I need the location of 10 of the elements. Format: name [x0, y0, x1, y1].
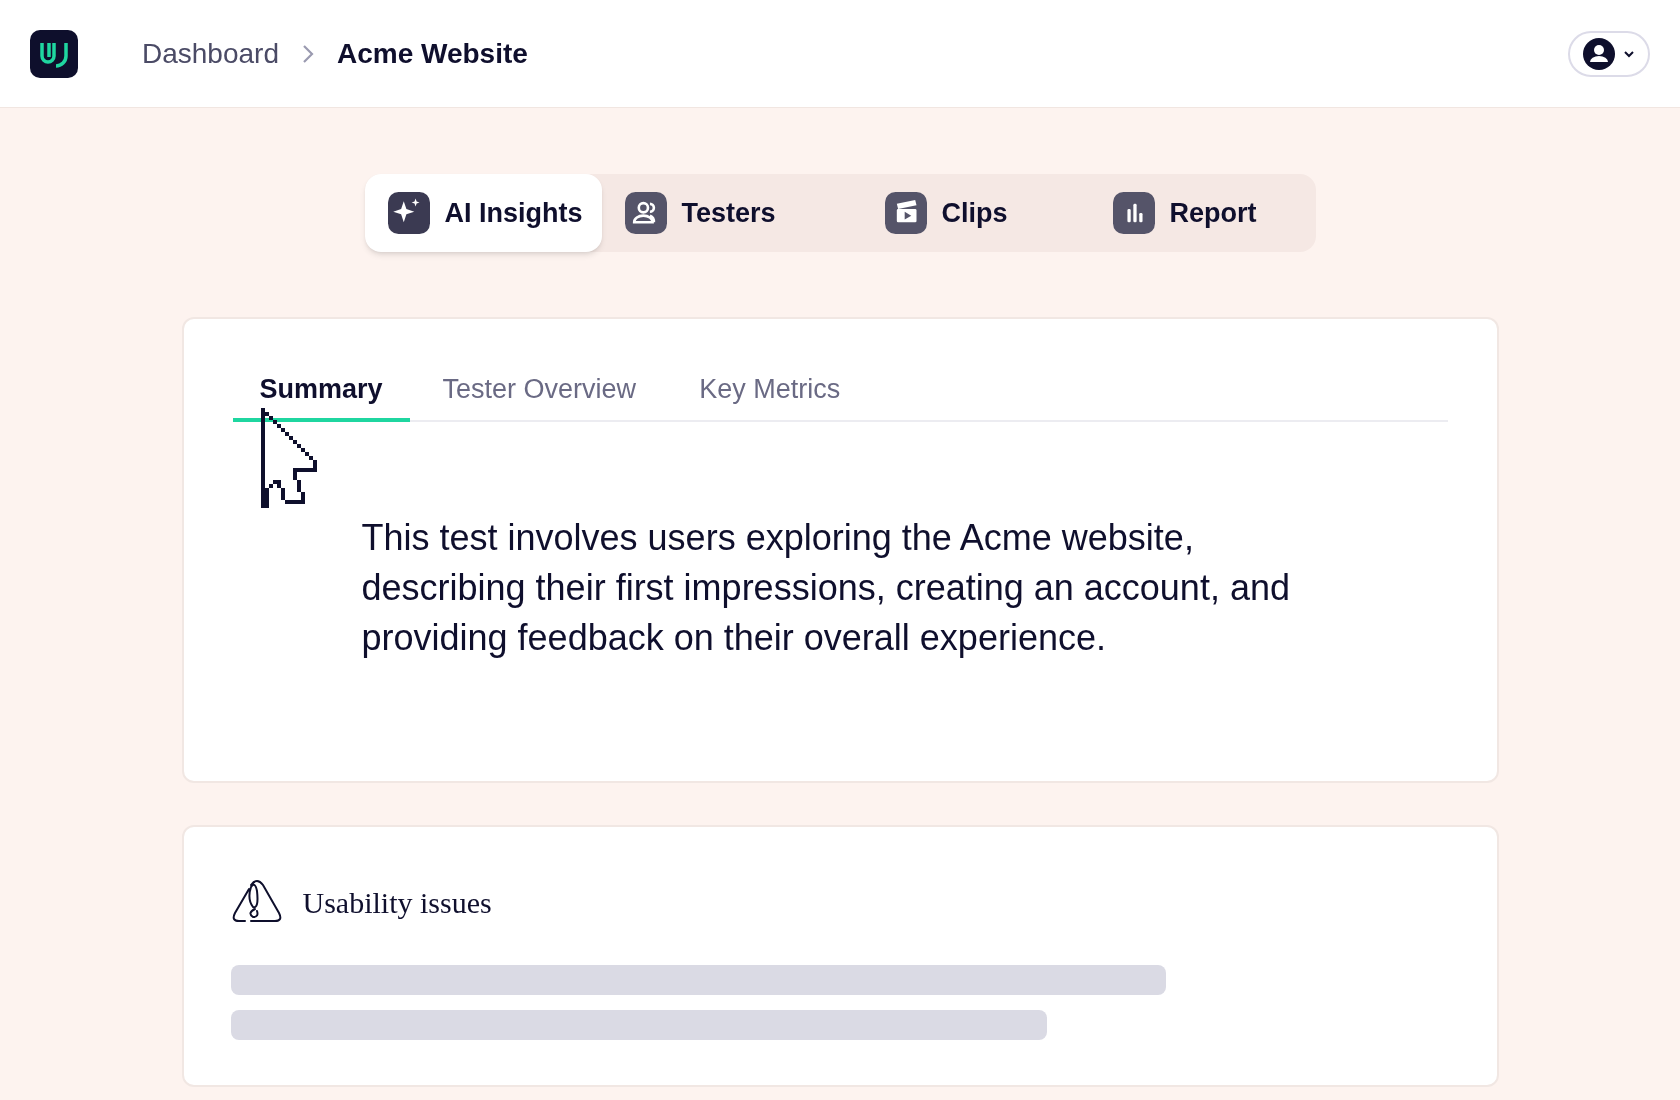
nav-tab[interactable]: Report — [1089, 174, 1316, 252]
summary-text: This test involves users exploring the Acme website, describing their first impressions, creating an account, and providing feedback on their overall experience. — [361, 516, 1291, 660]
breadcrumb-current: Acme Website — [337, 36, 528, 71]
breadcrumb-link[interactable]: Dashboard — [142, 32, 279, 75]
nav-tab[interactable]: AI Insights — [364, 174, 602, 252]
issues-title: Usability issues — [302, 884, 492, 921]
nav-tab[interactable]: Clips — [861, 174, 1090, 252]
nav-tab[interactable]: Testers — [601, 174, 862, 252]
content-tab[interactable]: Tester Overview — [409, 369, 670, 422]
content-tab[interactable]: Key Metrics — [669, 369, 871, 422]
